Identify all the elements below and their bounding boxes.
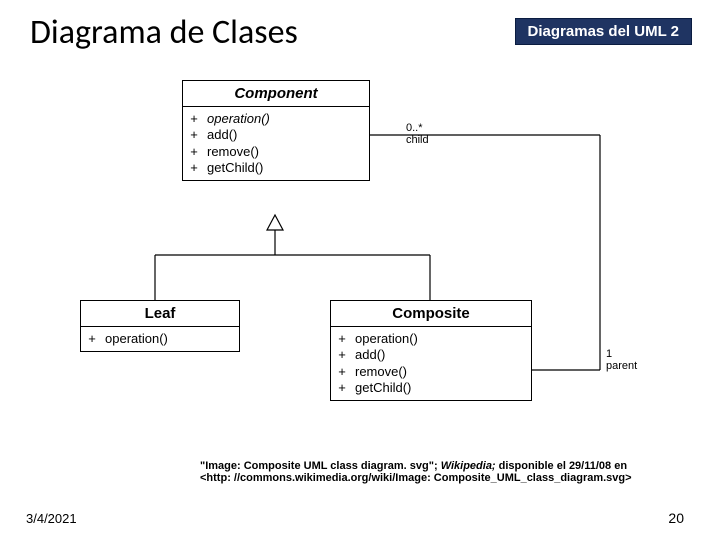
class-composite: Composite + operation() + add() + remove() … — [330, 300, 532, 401]
op: add() — [355, 347, 385, 363]
vis: + — [337, 380, 347, 396]
assoc-child: 0..* child — [406, 122, 429, 146]
footer-page: 20 — [668, 510, 684, 526]
op: add() — [207, 127, 237, 143]
vis: + — [87, 331, 97, 347]
vis: + — [189, 111, 199, 127]
vis: + — [189, 127, 199, 143]
op: operation() — [105, 331, 168, 347]
vis: + — [189, 144, 199, 160]
op: getChild() — [355, 380, 411, 396]
page-title: Diagrama de Clases — [30, 12, 298, 53]
class-composite-ops: + operation() + add() + remove() + getChild(… — [331, 327, 531, 400]
class-leaf-name: Leaf — [81, 301, 239, 327]
footer-date: 3/4/2021 — [26, 511, 77, 526]
class-leaf-ops: + operation() — [81, 327, 239, 351]
assoc-child-mult: 0..* — [406, 122, 429, 134]
assoc-child-role: child — [406, 134, 429, 146]
header-badge: Diagramas del UML 2 — [515, 18, 692, 45]
vis: + — [189, 160, 199, 176]
citation-src: Wikipedia; — [441, 460, 499, 472]
op: getChild() — [207, 160, 263, 176]
citation-url: <http: //commons.wikimedia.org/wiki/Imag… — [200, 472, 632, 484]
vis: + — [337, 347, 347, 363]
citation-lead: "Image: Composite UML class diagram. svg… — [200, 460, 441, 472]
op: operation() — [207, 111, 270, 127]
class-component-name: Component — [183, 81, 369, 107]
assoc-parent: 1 parent — [606, 348, 637, 372]
citation: "Image: Composite UML class diagram. svg… — [200, 460, 700, 484]
op: operation() — [355, 331, 418, 347]
class-composite-name: Composite — [331, 301, 531, 327]
assoc-parent-role: parent — [606, 360, 637, 372]
op: remove() — [207, 144, 259, 160]
op: remove() — [355, 364, 407, 380]
citation-tail: disponible el 29/11/08 en — [499, 460, 627, 472]
class-leaf: Leaf + operation() — [80, 300, 240, 352]
assoc-parent-mult: 1 — [606, 348, 637, 360]
uml-diagram: Component + operation() + add() + remove() … — [100, 80, 660, 440]
class-component: Component + operation() + add() + remove() … — [182, 80, 370, 181]
class-component-ops: + operation() + add() + remove() + getChild(… — [183, 107, 369, 180]
vis: + — [337, 331, 347, 347]
vis: + — [337, 364, 347, 380]
